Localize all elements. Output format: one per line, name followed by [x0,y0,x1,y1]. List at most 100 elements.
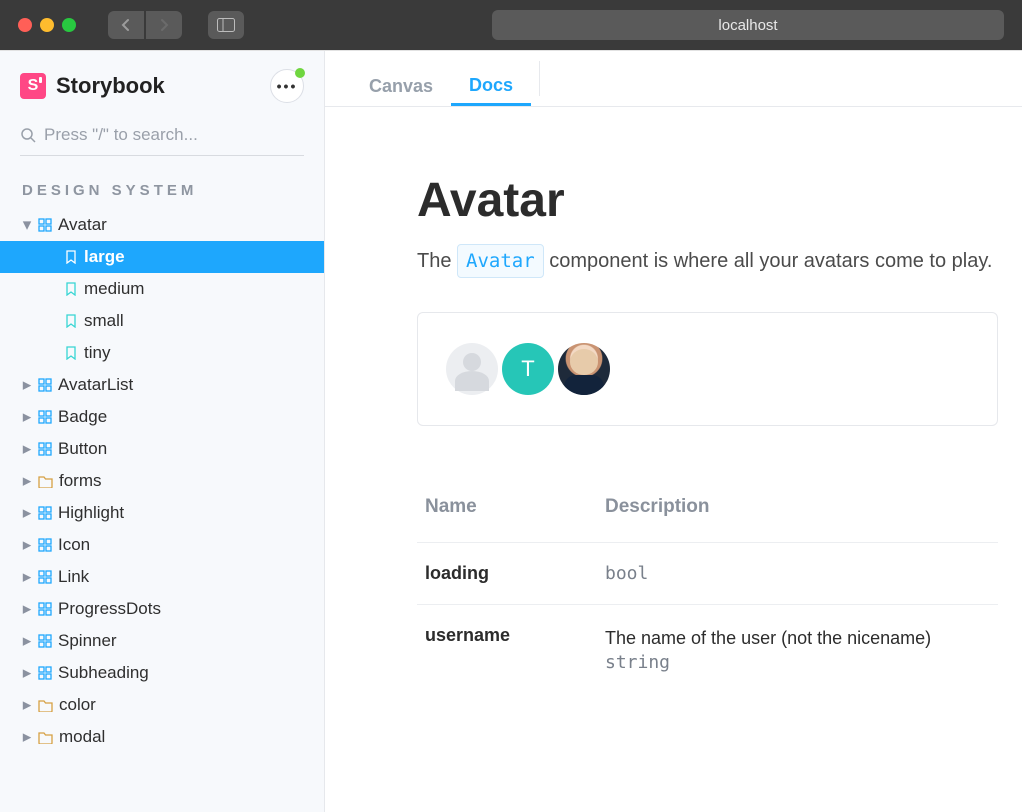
component-icon [38,442,52,456]
caret-right-icon: ▸ [22,439,32,459]
sidebar-story-large[interactable]: large [0,241,324,273]
window-traffic-lights [18,18,76,32]
sidebar-item-label: small [84,311,124,331]
sidebar-item-label: ProgressDots [58,599,161,619]
avatar-initial: T [502,343,554,395]
sidebar-item-label: color [59,695,96,715]
component-icon [38,538,52,552]
sidebar-item-spinner[interactable]: ▸ Spinner [0,625,324,657]
brand-name: Storybook [56,73,165,99]
main-panel: Canvas Docs Avatar The Avatar component … [325,51,1022,812]
sidebar-menu-button[interactable]: ••• [270,69,304,103]
folder-icon [38,475,53,488]
sidebar-story-small[interactable]: small [0,305,324,337]
doc-sub-suffix: component is where all your avatars come… [544,250,993,272]
preview-panel: T [417,312,998,426]
sidebar-item-forms[interactable]: ▸forms [0,465,324,497]
maximize-window-button[interactable] [62,18,76,32]
sidebar-item-badge[interactable]: ▸Badge [0,401,324,433]
props-table: Name Description loadingbool username The … [417,486,998,693]
caret-down-icon: ▾ [22,215,32,235]
caret-right-icon: ▸ [22,727,32,747]
component-icon [38,218,52,232]
sidebar-item-label: Highlight [58,503,124,523]
tab-canvas[interactable]: Canvas [351,51,451,106]
bookmark-icon [64,346,78,360]
sidebar: S Storybook ••• DESIGN SYSTEM ▾Avatarlar… [0,51,325,812]
caret-right-icon: ▸ [22,567,32,587]
sidebar-story-medium[interactable]: medium [0,273,324,305]
sidebar-item-label: large [84,247,125,267]
sidebar-icon [217,18,235,32]
minimize-window-button[interactable] [40,18,54,32]
doc-title: Avatar [417,173,998,228]
nav-back-button[interactable] [108,11,144,39]
sidebar-story-tiny[interactable]: tiny [0,337,324,369]
caret-right-icon: ▸ [22,695,32,715]
chevron-right-icon [159,18,169,32]
sidebar-item-label: forms [59,471,102,491]
sidebar-item-avatar[interactable]: ▾Avatar [0,209,324,241]
brand-row: S Storybook ••• [0,69,324,119]
sidebar-item-button[interactable]: ▸ Button [0,433,324,465]
search-input[interactable] [44,125,304,145]
tab-divider [539,61,540,96]
caret-right-icon: ▸ [22,599,32,619]
sidebar-item-link[interactable]: ▸ Link [0,561,324,593]
caret-right-icon: ▸ [22,631,32,651]
notification-badge [295,68,305,78]
search-field[interactable] [20,119,304,156]
search-icon [20,127,36,143]
table-row: loadingbool [417,543,998,605]
props-header-description: Description [597,486,998,543]
sidebar-item-subheading[interactable]: ▸ Subheading [0,657,324,689]
caret-right-icon: ▸ [22,663,32,683]
component-icon [38,602,52,616]
caret-right-icon: ▸ [22,503,32,523]
sidebar-item-label: modal [59,727,105,747]
table-row: username The name of the user (not the ni… [417,605,998,694]
tab-bar: Canvas Docs [325,51,1022,107]
address-text: localhost [718,17,777,34]
ellipsis-icon: ••• [277,79,298,93]
sidebar-tree: ▾Avatarlargemediumsmalltiny▸AvatarList▸B… [0,209,324,812]
nav-forward-button[interactable] [146,11,182,39]
avatar-placeholder [446,343,498,395]
sidebar-item-label: tiny [84,343,110,363]
doc-content: Avatar The Avatar component is where all… [325,107,1022,812]
sidebar-item-highlight[interactable]: ▸ Highlight [0,497,324,529]
avatar-photo [558,343,610,395]
sidebar-item-label: Spinner [58,631,117,651]
sidebar-item-color[interactable]: ▸ color [0,689,324,721]
doc-subtitle: The Avatar component is where all your a… [417,244,998,278]
address-bar[interactable]: localhost [492,10,1004,40]
component-icon [38,666,52,680]
component-name-pill: Avatar [457,244,544,278]
chevron-left-icon [121,18,131,32]
sidebar-item-modal[interactable]: ▸ modal [0,721,324,753]
sidebar-item-avatarlist[interactable]: ▸AvatarList [0,369,324,401]
component-icon [38,506,52,520]
prop-type: bool [605,563,990,584]
prop-name: username [425,625,510,645]
sidebar-item-label: AvatarList [58,375,133,395]
storybook-logo-icon: S [20,73,46,99]
prop-description: The name of the user (not the nicename) [605,625,990,652]
folder-icon [38,731,53,744]
sidebar-toggle-button[interactable] [208,11,244,39]
sidebar-item-label: Icon [58,535,90,555]
caret-right-icon: ▸ [22,535,32,555]
tab-docs[interactable]: Docs [451,51,531,106]
window-titlebar: localhost [0,0,1022,50]
doc-sub-prefix: The [417,250,457,272]
sidebar-item-icon[interactable]: ▸ Icon [0,529,324,561]
folder-icon [38,699,53,712]
sidebar-item-label: Badge [58,407,107,427]
sidebar-item-progressdots[interactable]: ▸ ProgressDots [0,593,324,625]
props-header-name: Name [417,486,597,543]
bookmark-icon [64,282,78,296]
sidebar-item-label: Button [58,439,107,459]
sidebar-item-label: Subheading [58,663,149,683]
sidebar-item-label: Link [58,567,89,587]
close-window-button[interactable] [18,18,32,32]
